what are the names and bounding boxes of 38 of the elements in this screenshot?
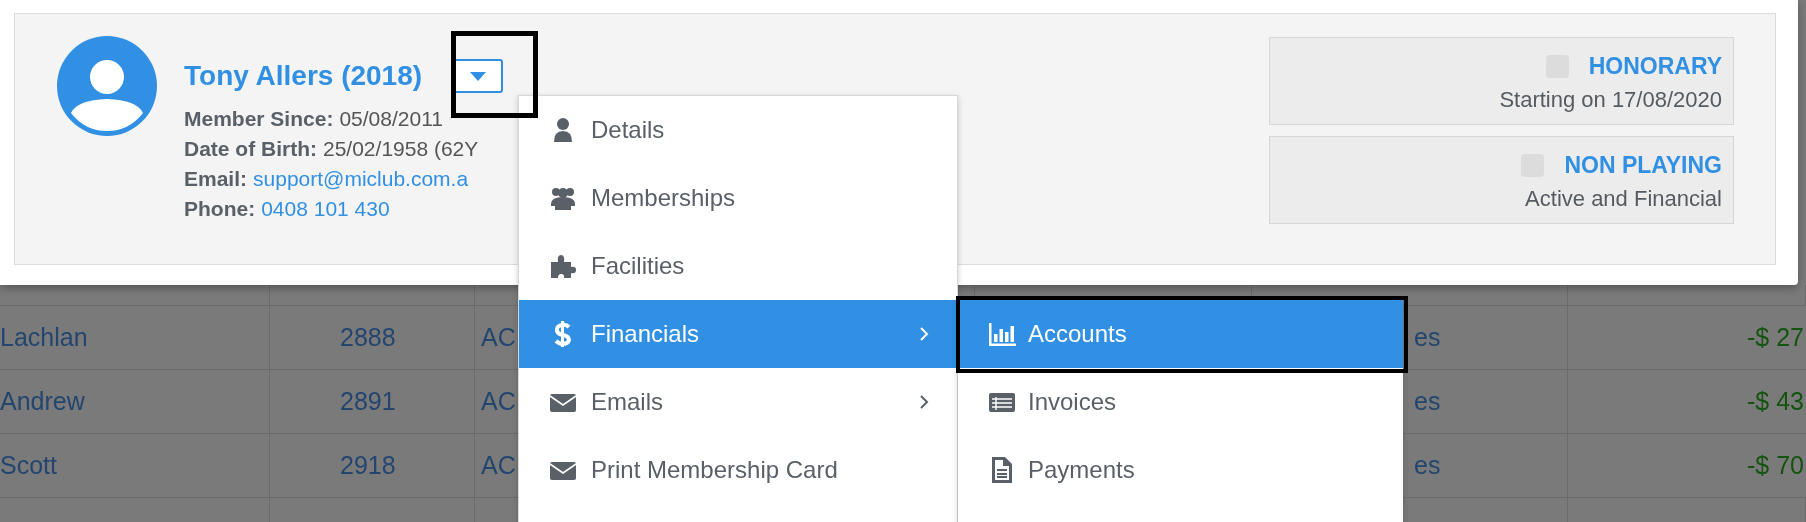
table-cell: es bbox=[1414, 387, 1441, 416]
table-cell: Lachlan bbox=[0, 323, 88, 352]
menu-item[interactable]: Facilities bbox=[519, 232, 959, 300]
table-cell: AC bbox=[481, 323, 516, 352]
table-cell: Scott bbox=[0, 451, 57, 480]
menu-item[interactable]: Details bbox=[519, 96, 959, 164]
table-cell: AC bbox=[481, 451, 516, 480]
menu-item[interactable]: Financials bbox=[519, 300, 959, 368]
table-cell: es bbox=[1414, 451, 1441, 480]
menu-item[interactable]: Memberships bbox=[519, 164, 959, 232]
puzzle-icon bbox=[549, 252, 577, 280]
menu-item[interactable]: Accounts bbox=[958, 300, 1403, 368]
table-cell: es bbox=[1414, 323, 1441, 352]
detail-value: 05/08/2011 bbox=[339, 107, 443, 130]
menu-item[interactable]: Print Membership Card bbox=[519, 436, 959, 504]
table-cell: -$ 27 bbox=[1747, 323, 1804, 352]
table-cell: AC bbox=[481, 387, 516, 416]
status-text: Starting on 17/08/2020 bbox=[1499, 86, 1722, 114]
avatar-icon bbox=[57, 36, 157, 136]
table-cell: 2891 bbox=[340, 387, 396, 416]
status-title: NON PLAYING bbox=[1564, 151, 1722, 180]
menu-item[interactable]: Invoices bbox=[958, 368, 1403, 436]
detail-label: Date of Birth: bbox=[184, 137, 317, 160]
bar-chart-icon bbox=[988, 320, 1016, 348]
detail-label: Member Since: bbox=[184, 107, 334, 130]
menu-item[interactable]: Emails bbox=[519, 368, 959, 436]
detail-label: Phone: bbox=[184, 197, 256, 220]
table-cell: Andrew bbox=[0, 387, 85, 416]
menu-item[interactable]: Payments bbox=[958, 436, 1403, 504]
detail-label: Email: bbox=[184, 167, 248, 190]
caret-icon bbox=[469, 71, 486, 81]
table-cell: 2918 bbox=[340, 451, 396, 480]
status-text: Active and Financial bbox=[1525, 185, 1722, 213]
table-cell: -$ 70 bbox=[1747, 451, 1804, 480]
table-cell: 2888 bbox=[340, 323, 396, 352]
table-cell: -$ 43 bbox=[1747, 387, 1804, 416]
status-title: HONORARY bbox=[1588, 52, 1722, 81]
detail-value: 25/02/1958 (62Y bbox=[323, 137, 479, 160]
